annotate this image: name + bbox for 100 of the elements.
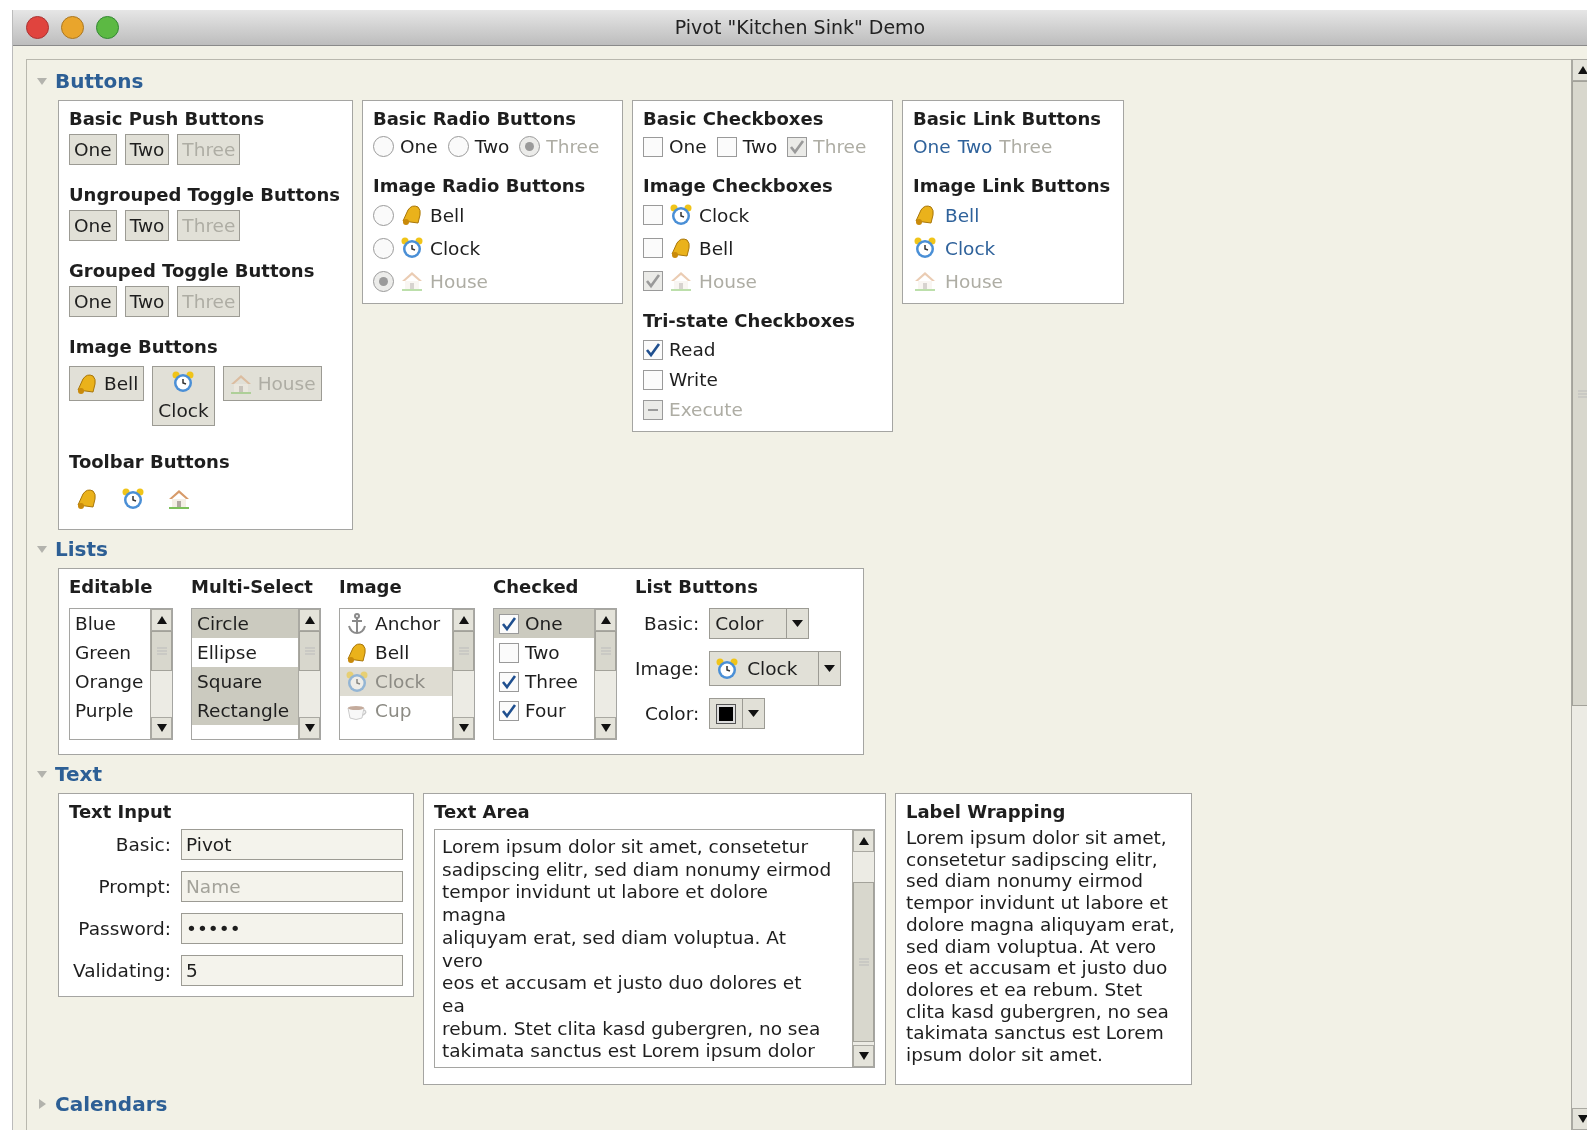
radio-button[interactable] <box>373 237 394 259</box>
scroll-thumb[interactable] <box>595 631 616 671</box>
scroll-down-button[interactable] <box>1572 1108 1587 1130</box>
toggle-button[interactable]: One <box>69 210 117 241</box>
scrollbar[interactable] <box>594 609 616 739</box>
scroll-up-button[interactable] <box>853 830 874 852</box>
scrollbar[interactable] <box>852 830 874 1067</box>
checkbox[interactable] <box>499 613 519 634</box>
checkbox[interactable] <box>499 700 519 721</box>
expand-triangle-icon[interactable] <box>37 1099 47 1109</box>
field-label: Password: <box>77 917 171 940</box>
close-button[interactable] <box>26 16 49 39</box>
section-title[interactable]: Calendars <box>55 1089 168 1119</box>
checkbox[interactable] <box>499 671 519 692</box>
checkbox[interactable] <box>643 205 663 225</box>
list-item[interactable]: Ellipse <box>192 638 298 667</box>
section-title[interactable]: Text <box>55 759 102 789</box>
toolbar-button[interactable] <box>75 487 99 511</box>
toggle-button[interactable]: Two <box>124 210 170 241</box>
list-item[interactable]: Four <box>494 696 594 725</box>
collapse-triangle-icon[interactable] <box>37 544 47 554</box>
dropdown-button[interactable]: Clock <box>709 651 842 686</box>
toggle-button[interactable]: Two <box>124 286 170 317</box>
scroll-up-button[interactable] <box>1572 59 1587 81</box>
scroll-down-button[interactable] <box>853 1045 874 1067</box>
list-item[interactable]: Blue <box>70 609 150 638</box>
text-field[interactable]: ••••• <box>181 913 403 944</box>
section-title[interactable]: Lists <box>55 534 108 564</box>
group-heading: Multi-Select <box>191 575 314 598</box>
toolbar-button[interactable] <box>167 487 191 511</box>
zoom-button[interactable] <box>96 16 119 39</box>
collapse-triangle-icon[interactable] <box>37 76 47 86</box>
list-box[interactable]: One Two Three Four <box>493 608 617 740</box>
list-item[interactable]: Anchor <box>340 609 452 638</box>
text-area[interactable] <box>434 829 875 1068</box>
list-item[interactable]: Green <box>70 638 150 667</box>
image-link-button[interactable]: Bell <box>913 203 1113 227</box>
scroll-thumb[interactable] <box>453 631 474 671</box>
list-box[interactable]: Circle Ellipse Square Rectangle <box>191 608 321 740</box>
toggle-button[interactable]: One <box>69 286 117 317</box>
list-box[interactable]: Blue Green Orange Purple <box>69 608 173 740</box>
text-field[interactable]: Name <box>181 871 403 902</box>
radio-button[interactable] <box>373 204 394 226</box>
push-button[interactable]: One <box>69 134 117 165</box>
option-label: Three <box>546 135 600 158</box>
push-button[interactable]: Two <box>124 134 170 165</box>
scroll-down-button[interactable] <box>595 717 616 739</box>
checkbox[interactable] <box>643 238 663 258</box>
radio-button[interactable] <box>373 136 394 157</box>
list-item[interactable]: Orange <box>70 667 150 696</box>
list-item[interactable]: Purple <box>70 696 150 725</box>
toolbar-button[interactable] <box>121 487 145 511</box>
group-heading: Text Area <box>434 800 531 823</box>
checkmark-icon <box>645 341 661 358</box>
scrollbar[interactable] <box>150 609 172 739</box>
scroll-down-button[interactable] <box>151 717 172 739</box>
scrollbar[interactable] <box>298 609 320 739</box>
scroll-up-button[interactable] <box>151 609 172 631</box>
scrollbar[interactable] <box>1571 59 1587 1130</box>
scroll-thumb[interactable] <box>151 631 172 671</box>
list-item[interactable]: Square <box>192 667 298 696</box>
list-item[interactable]: Rectangle <box>192 696 298 725</box>
image-link-button[interactable]: Clock <box>913 236 1113 260</box>
text-line: magna <box>442 904 508 927</box>
group-heading: Basic Link Buttons <box>913 107 1102 130</box>
list-item[interactable]: One <box>494 609 594 638</box>
list-item[interactable]: Circle <box>192 609 298 638</box>
text-field[interactable]: Pivot <box>181 829 403 860</box>
up-arrow-icon <box>458 616 469 624</box>
image-button[interactable]: Bell <box>69 366 145 401</box>
scroll-down-button[interactable] <box>453 717 474 739</box>
color-dropdown-button[interactable] <box>709 698 766 729</box>
scroll-thumb[interactable] <box>299 631 320 671</box>
collapse-triangle-icon[interactable] <box>37 769 47 779</box>
checkbox[interactable] <box>643 136 663 157</box>
checkbox[interactable] <box>643 369 663 390</box>
scroll-up-button[interactable] <box>453 609 474 631</box>
list-item[interactable]: Three <box>494 667 594 696</box>
scroll-thumb[interactable] <box>1572 81 1587 706</box>
radio-button[interactable] <box>447 136 469 157</box>
dropdown-button[interactable]: Color <box>709 608 810 639</box>
scrollbar[interactable] <box>452 609 474 739</box>
link-button[interactable]: Two <box>957 135 993 158</box>
link-button[interactable]: One <box>913 135 951 158</box>
scroll-down-button[interactable] <box>299 717 320 739</box>
scroll-up-button[interactable] <box>595 609 616 631</box>
scroll-thumb[interactable] <box>853 882 874 1042</box>
checkbox[interactable] <box>716 136 737 157</box>
checkbox[interactable] <box>643 339 663 360</box>
checkbox[interactable] <box>499 642 519 663</box>
list-item[interactable]: Bell <box>340 638 452 667</box>
image-button[interactable]: Clock <box>152 366 215 426</box>
house-icon <box>167 487 191 511</box>
list-item[interactable]: Two <box>494 638 594 667</box>
scroll-up-button[interactable] <box>299 609 320 631</box>
text-field[interactable]: 5 <box>181 955 403 986</box>
option-label: Write <box>669 368 718 391</box>
minimize-button[interactable] <box>61 16 84 39</box>
group-heading: Image Link Buttons <box>913 174 1112 197</box>
section-title[interactable]: Buttons <box>55 66 144 96</box>
